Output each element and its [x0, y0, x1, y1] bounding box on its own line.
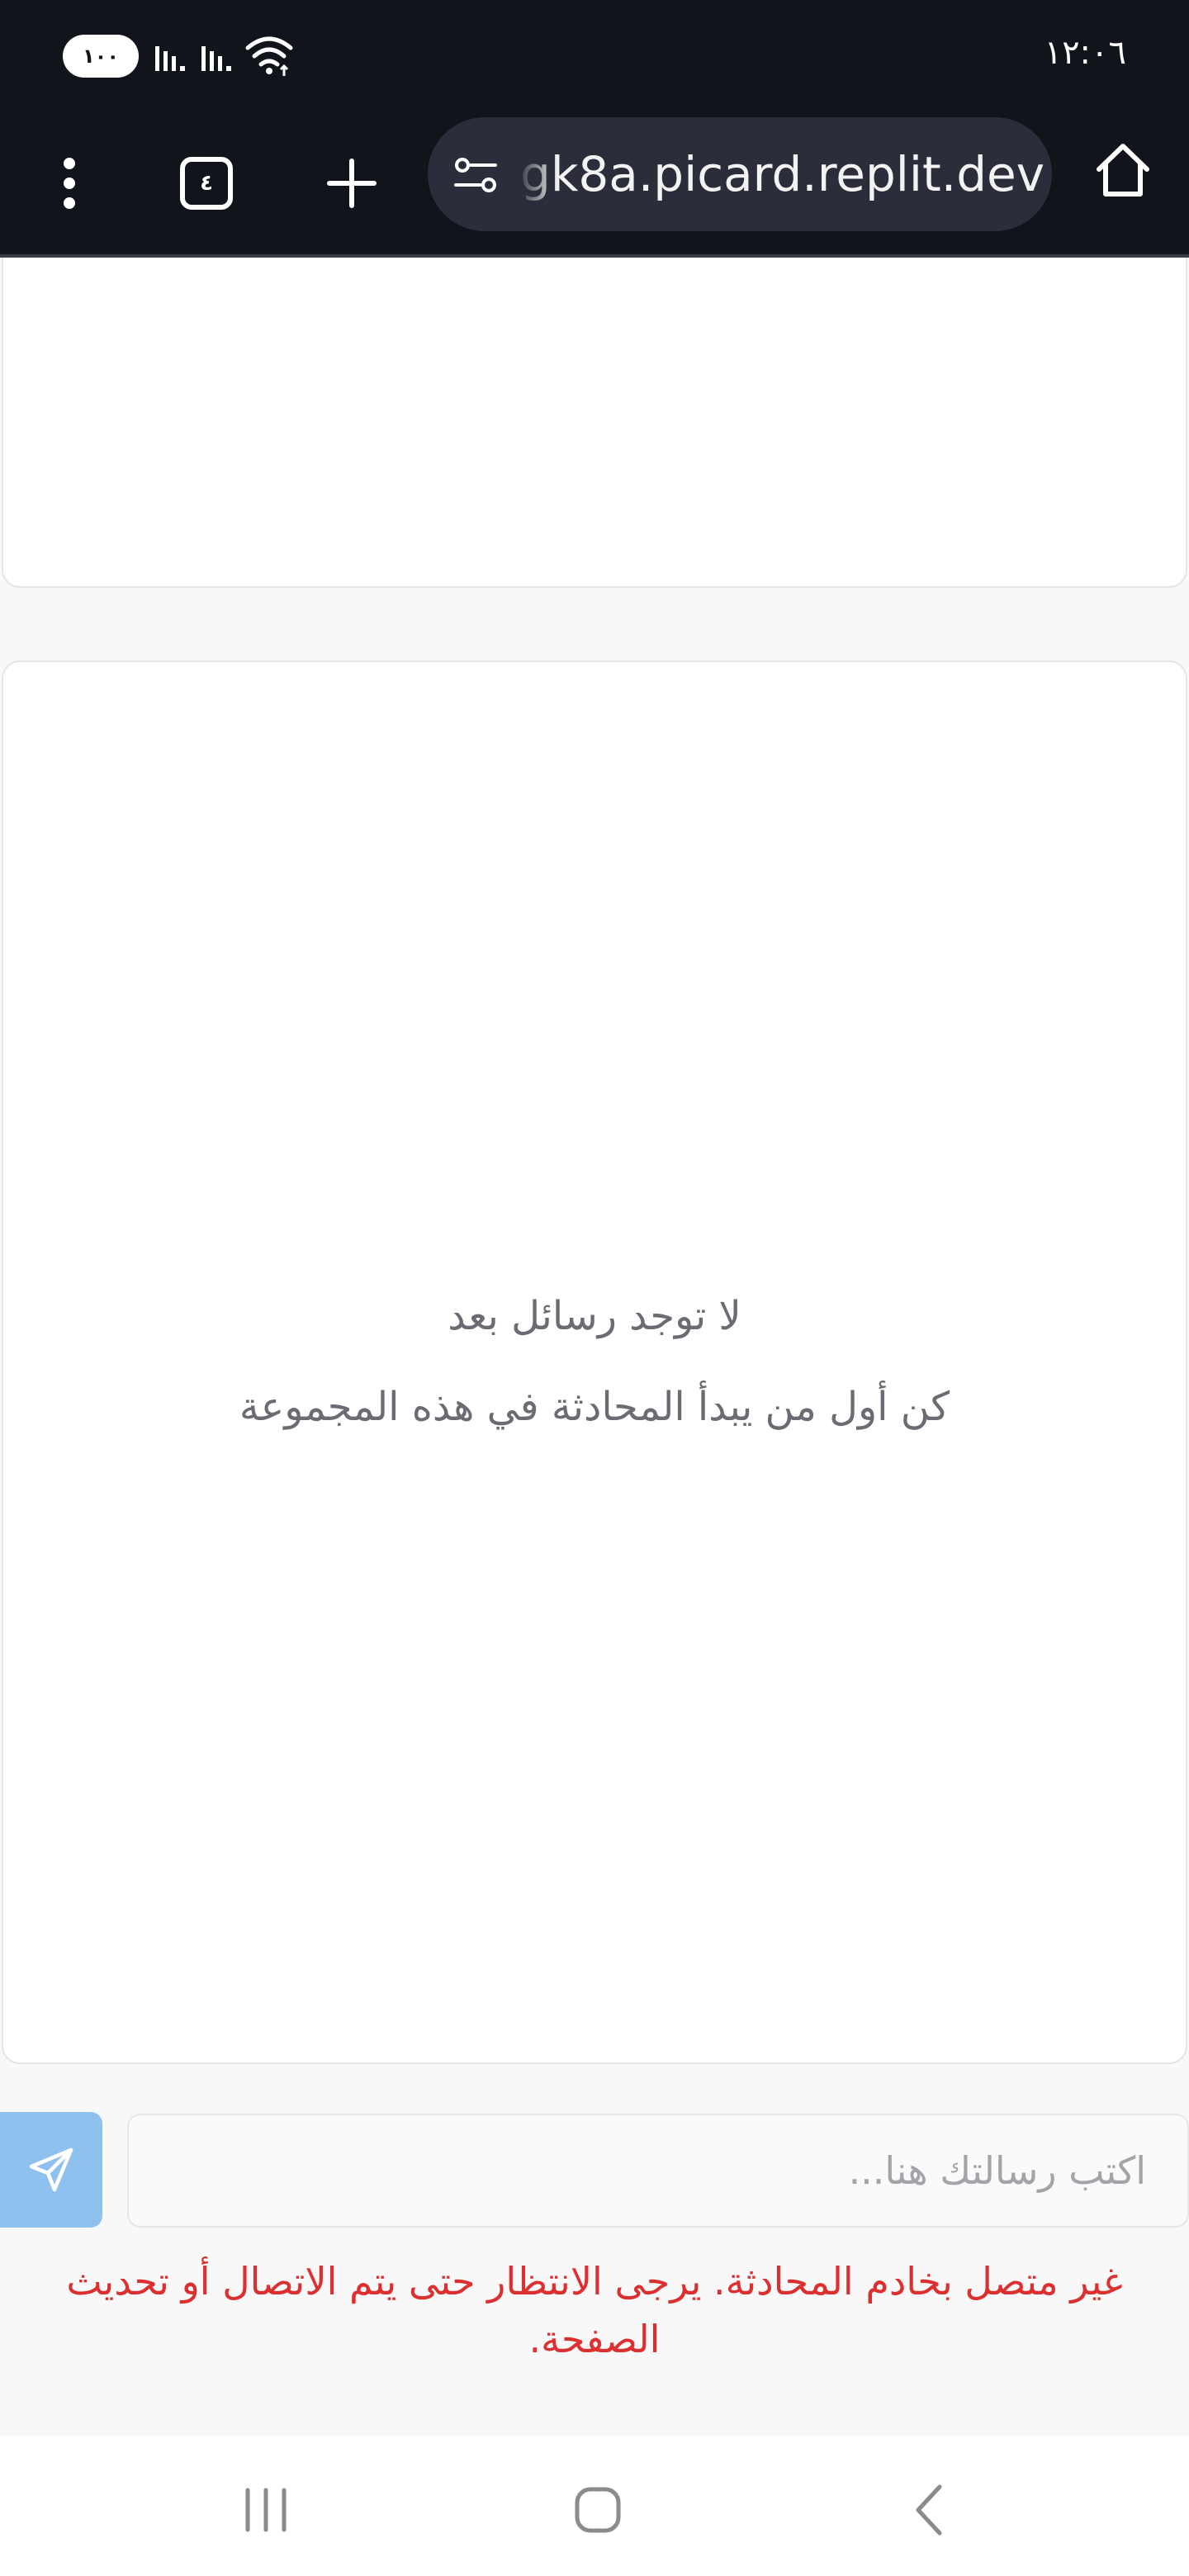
- group-info-card: [2, 258, 1187, 588]
- status-bar: ١٠٠ ١٢:٠٦: [0, 0, 1189, 112]
- address-bar[interactable]: gk8a.picard.replit.dev: [428, 117, 1052, 231]
- back-button[interactable]: [879, 2460, 978, 2559]
- home-square-icon: [575, 2487, 621, 2533]
- url-text: gk8a.picard.replit.dev: [520, 146, 1045, 202]
- tab-count: ٤: [180, 157, 233, 210]
- wifi-icon: [245, 36, 293, 76]
- send-button[interactable]: [0, 2112, 102, 2228]
- url-fade: [517, 134, 558, 216]
- signal-strength-icon: [201, 46, 231, 71]
- browser-toolbar: ٤ gk8a.picard.replit.dev: [0, 112, 1189, 258]
- messages-panel: لا توجد رسائل بعد كن أول من يبدأ المحادث…: [2, 661, 1187, 2064]
- battery-indicator: ١٠٠: [63, 35, 139, 78]
- home-icon: [1097, 144, 1149, 197]
- empty-state-title: لا توجد رسائل بعد: [448, 1293, 741, 1339]
- connection-error-message: غير متصل بخادم المحادثة. يرجى الانتظار ح…: [66, 2259, 1123, 2361]
- chevron-left-icon: [916, 2484, 942, 2536]
- home-button[interactable]: [1082, 129, 1164, 211]
- empty-state-subtitle: كن أول من يبدأ المحادثة في هذه المجموعة: [239, 1384, 950, 1430]
- recent-apps-button[interactable]: [216, 2460, 315, 2559]
- recent-apps-icon: [245, 2488, 287, 2532]
- new-tab-button[interactable]: [319, 142, 385, 225]
- message-input[interactable]: [127, 2114, 1189, 2228]
- tab-switcher-button[interactable]: ٤: [173, 142, 239, 225]
- signal-strength-icon: [155, 46, 185, 71]
- more-vert-icon: [64, 158, 75, 209]
- send-icon: [29, 2147, 73, 2192]
- more-options-button[interactable]: [46, 142, 92, 225]
- system-home-button[interactable]: [548, 2460, 647, 2559]
- system-navigation-bar: [0, 2436, 1189, 2576]
- clock: ١٢:٠٦: [1044, 34, 1126, 72]
- site-settings-icon[interactable]: [451, 150, 500, 200]
- plus-icon: [327, 159, 377, 208]
